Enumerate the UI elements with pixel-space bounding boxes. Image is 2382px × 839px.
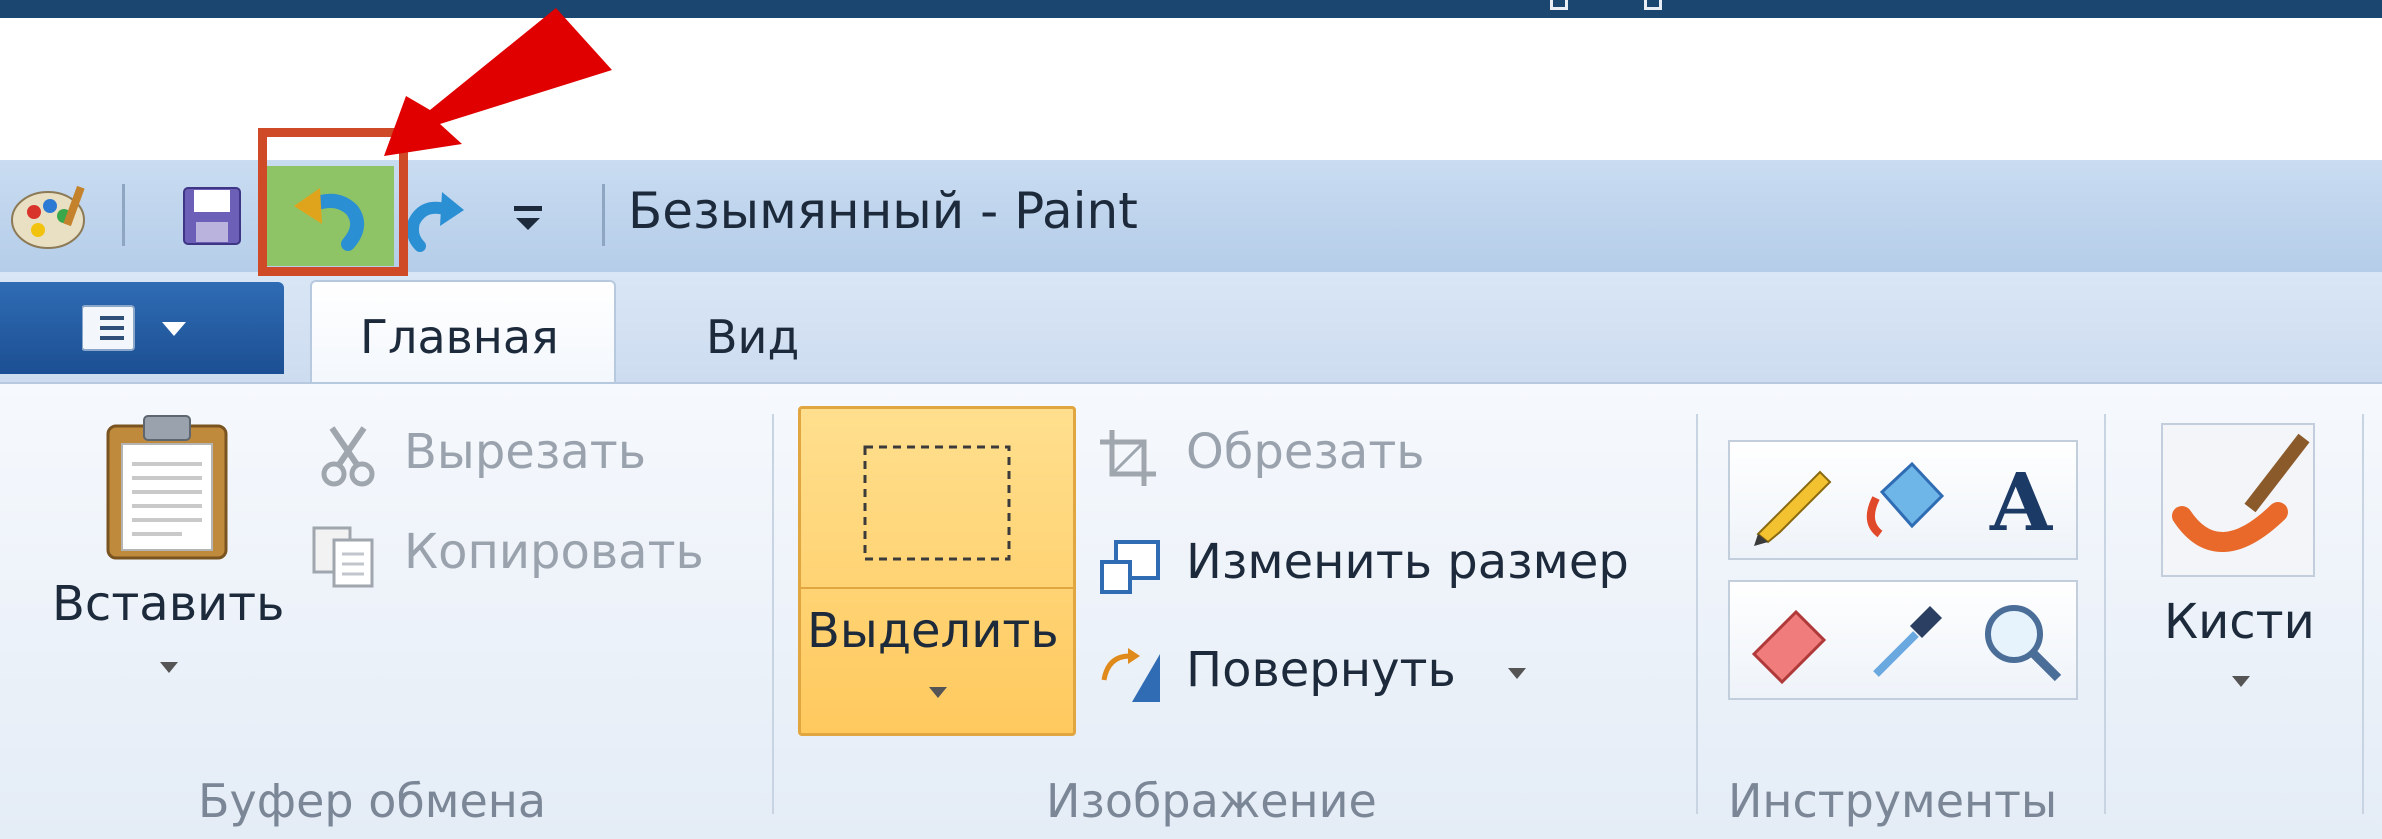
eyedropper-icon <box>1873 606 1942 677</box>
resize-label: Изменить размер <box>1186 534 1629 590</box>
chevron-down-icon <box>2232 676 2250 687</box>
brushes-button[interactable]: Кисти <box>2134 406 2344 726</box>
copy-label: Копировать <box>404 524 704 580</box>
brush-icon <box>2161 423 2315 577</box>
group-separator <box>2362 414 2364 814</box>
rotate-button[interactable]: Повернуть <box>1098 642 1578 706</box>
crop-button[interactable]: Обрезать <box>1098 424 1458 488</box>
tools-group-label: Инструменты <box>1728 774 2058 828</box>
color-picker-tool[interactable] <box>1846 582 1964 700</box>
group-separator <box>1696 414 1698 814</box>
qat-separator <box>602 184 605 246</box>
cut-label: Вырезать <box>404 424 647 480</box>
magnifier-icon <box>1985 605 2062 682</box>
text-tool[interactable]: A <box>1962 442 2080 560</box>
decor-mark <box>1644 0 1662 10</box>
paint-app-icon[interactable] <box>8 182 92 252</box>
select-label: Выделить <box>807 603 1059 659</box>
slide-top-bar <box>0 0 2382 18</box>
tab-home[interactable]: Главная <box>310 280 616 384</box>
rotate-icon <box>1101 648 1160 702</box>
rotate-label: Повернуть <box>1186 642 1456 698</box>
chevron-down-icon <box>1508 668 1526 679</box>
group-separator <box>2104 414 2106 814</box>
crop-icon <box>1100 430 1156 486</box>
tab-home-label: Главная <box>360 310 559 364</box>
pencil-tool[interactable] <box>1730 442 1848 560</box>
image-group-label: Изображение <box>1046 774 1377 828</box>
cut-button[interactable]: Вырезать <box>318 424 698 488</box>
ribbon-panel: Вставить Вырезать Копировать Буфер обмен <box>0 382 2382 839</box>
tab-view[interactable]: Вид <box>706 310 799 364</box>
paste-icon <box>106 415 228 560</box>
paste-button[interactable]: Вставить <box>36 406 296 706</box>
ribbon-tab-row: Главная Вид <box>0 272 2382 384</box>
select-button[interactable]: Выделить <box>798 406 1076 736</box>
chevron-down-icon <box>160 662 178 673</box>
save-icon[interactable] <box>180 184 244 248</box>
chevron-down-icon <box>929 687 947 698</box>
window-title: Безымянный - Paint <box>628 182 1138 240</box>
clipboard-group-label: Буфер обмена <box>198 774 547 828</box>
copy-icon <box>312 526 374 588</box>
undo-highlight-box <box>258 128 408 276</box>
file-menu-button[interactable] <box>0 282 284 374</box>
copy-button[interactable]: Копировать <box>308 524 728 588</box>
decor-mark <box>1550 0 1568 10</box>
select-rectangle-icon <box>863 445 1011 561</box>
select-button-divider <box>801 587 1073 589</box>
fill-tool[interactable] <box>1846 442 1964 560</box>
group-separator <box>772 414 774 814</box>
redo-icon[interactable] <box>402 182 478 252</box>
tools-row-top: A <box>1728 440 2078 560</box>
eraser-tool[interactable] <box>1730 582 1848 700</box>
pencil-icon <box>1754 470 1832 546</box>
crop-label: Обрезать <box>1186 424 1425 480</box>
magnifier-tool[interactable] <box>1962 582 2080 700</box>
scissors-icon <box>321 426 375 487</box>
paint-bucket-icon <box>1866 461 1945 538</box>
qat-separator <box>122 184 125 246</box>
file-menu-icon <box>82 305 186 351</box>
resize-icon <box>1100 540 1160 594</box>
svg-text:A: A <box>1989 455 2053 549</box>
eraser-icon <box>1751 609 1827 685</box>
brushes-label: Кисти <box>2164 594 2315 650</box>
tools-row-bottom <box>1728 580 2078 700</box>
customize-qat-icon[interactable] <box>508 196 548 236</box>
text-a-icon: A <box>1989 455 2053 549</box>
resize-button[interactable]: Изменить размер <box>1098 534 1658 598</box>
paste-label: Вставить <box>52 576 285 632</box>
